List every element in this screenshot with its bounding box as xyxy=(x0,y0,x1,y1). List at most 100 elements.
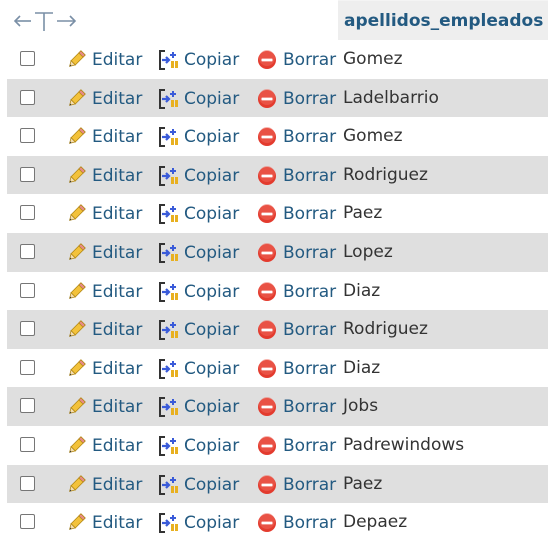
delete-label[interactable]: Borrar xyxy=(283,513,336,533)
edit-button[interactable]: Editar xyxy=(65,474,142,496)
copy-button[interactable]: Copiar xyxy=(157,165,239,187)
copy-label[interactable]: Copiar xyxy=(184,166,239,186)
copy-button[interactable]: Copiar xyxy=(157,474,239,496)
row-select-checkbox[interactable] xyxy=(20,243,35,259)
row-select-checkbox[interactable] xyxy=(20,166,35,182)
edit-button[interactable]: Editar xyxy=(65,165,142,187)
copy-button[interactable]: Copiar xyxy=(157,512,239,534)
delete-button[interactable]: Borrar xyxy=(256,512,336,534)
delete-label[interactable]: Borrar xyxy=(283,204,336,224)
edit-button[interactable]: Editar xyxy=(65,512,142,534)
row-select-checkbox[interactable] xyxy=(20,128,35,144)
delete-label[interactable]: Borrar xyxy=(283,166,336,186)
delete-label[interactable]: Borrar xyxy=(283,127,336,147)
edit-label[interactable]: Editar xyxy=(92,359,142,379)
edit-button[interactable]: Editar xyxy=(65,396,142,418)
copy-button[interactable]: Copiar xyxy=(157,281,239,303)
edit-button[interactable]: Editar xyxy=(65,49,142,71)
row-select-checkbox[interactable] xyxy=(20,321,35,337)
copy-button[interactable]: Copiar xyxy=(157,435,239,457)
row-select-checkbox[interactable] xyxy=(20,282,35,298)
edit-label[interactable]: Editar xyxy=(92,513,142,533)
edit-label[interactable]: Editar xyxy=(92,475,142,495)
copy-button[interactable]: Copiar xyxy=(157,203,239,225)
edit-button[interactable]: Editar xyxy=(65,358,142,380)
delete-label[interactable]: Borrar xyxy=(283,359,336,379)
row-select-checkbox[interactable] xyxy=(20,359,35,375)
edit-button[interactable]: Editar xyxy=(65,435,142,457)
edit-label[interactable]: Editar xyxy=(92,282,142,302)
delete-button[interactable]: Borrar xyxy=(256,242,336,264)
copy-label[interactable]: Copiar xyxy=(184,397,239,417)
copy-button[interactable]: Copiar xyxy=(157,319,239,341)
apellido-cell: Rodriguez xyxy=(343,319,428,340)
delete-button[interactable]: Borrar xyxy=(256,126,336,148)
delete-button[interactable]: Borrar xyxy=(256,358,336,380)
copy-button[interactable]: Copiar xyxy=(157,242,239,264)
copy-label[interactable]: Copiar xyxy=(184,359,239,379)
copy-button[interactable]: Copiar xyxy=(157,49,239,71)
column-header-label[interactable]: apellidos_empleados xyxy=(344,11,543,31)
delete-label[interactable]: Borrar xyxy=(283,320,336,340)
delete-label[interactable]: Borrar xyxy=(283,243,336,263)
delete-label[interactable]: Borrar xyxy=(283,89,336,109)
delete-button[interactable]: Borrar xyxy=(256,281,336,303)
delete-label[interactable]: Borrar xyxy=(283,50,336,70)
pencil-icon xyxy=(69,320,86,338)
delete-button[interactable]: Borrar xyxy=(256,165,336,187)
copy-label[interactable]: Copiar xyxy=(184,436,239,456)
edit-label[interactable]: Editar xyxy=(92,243,142,263)
delete-label[interactable]: Borrar xyxy=(283,397,336,417)
copy-label[interactable]: Copiar xyxy=(184,204,239,224)
delete-label[interactable]: Borrar xyxy=(283,475,336,495)
edit-label[interactable]: Editar xyxy=(92,89,142,109)
delete-button[interactable]: Borrar xyxy=(256,396,336,418)
copy-button[interactable]: Copiar xyxy=(157,396,239,418)
copy-button[interactable]: Copiar xyxy=(157,358,239,380)
edit-label[interactable]: Editar xyxy=(92,50,142,70)
row-select-checkbox[interactable] xyxy=(20,51,35,66)
copy-label[interactable]: Copiar xyxy=(184,50,239,70)
edit-button[interactable]: Editar xyxy=(65,126,142,148)
copy-label[interactable]: Copiar xyxy=(184,243,239,263)
copy-button[interactable]: Copiar xyxy=(157,88,239,110)
copy-label[interactable]: Copiar xyxy=(184,475,239,495)
edit-label[interactable]: Editar xyxy=(92,127,142,147)
copy-label[interactable]: Copiar xyxy=(184,320,239,340)
edit-button[interactable]: Editar xyxy=(65,88,142,110)
edit-label[interactable]: Editar xyxy=(92,204,142,224)
apellido-cell: Padrewindows xyxy=(343,434,465,455)
delete-button[interactable]: Borrar xyxy=(256,49,336,71)
delete-button[interactable]: Borrar xyxy=(256,474,336,496)
edit-label[interactable]: Editar xyxy=(92,166,142,186)
edit-label[interactable]: Editar xyxy=(92,397,142,417)
edit-button[interactable]: Editar xyxy=(65,319,142,341)
edit-button[interactable]: Editar xyxy=(65,242,142,264)
copy-label[interactable]: Copiar xyxy=(184,513,239,533)
copy-label[interactable]: Copiar xyxy=(184,127,239,147)
left-right-arrows-icon[interactable] xyxy=(13,10,79,32)
row-select-checkbox[interactable] xyxy=(20,436,35,452)
apellido-cell: Diaz xyxy=(343,280,381,301)
edit-button[interactable]: Editar xyxy=(65,281,142,303)
edit-label[interactable]: Editar xyxy=(92,320,142,340)
row-select-checkbox[interactable] xyxy=(20,89,35,105)
delete-button[interactable]: Borrar xyxy=(256,435,336,457)
delete-button[interactable]: Borrar xyxy=(256,88,336,110)
copy-insert-icon xyxy=(159,435,178,456)
column-header-apellidos[interactable]: apellidos_empleados xyxy=(338,0,548,40)
delete-button[interactable]: Borrar xyxy=(256,319,336,341)
row-select-checkbox[interactable] xyxy=(20,475,35,491)
row-select-checkbox[interactable] xyxy=(20,205,35,221)
copy-button[interactable]: Copiar xyxy=(157,126,239,148)
copy-label[interactable]: Copiar xyxy=(184,89,239,109)
delete-circle-icon xyxy=(258,281,276,301)
edit-label[interactable]: Editar xyxy=(92,436,142,456)
row-select-checkbox[interactable] xyxy=(20,398,35,414)
delete-label[interactable]: Borrar xyxy=(283,282,336,302)
row-select-checkbox[interactable] xyxy=(20,514,35,530)
edit-button[interactable]: Editar xyxy=(65,203,142,225)
copy-label[interactable]: Copiar xyxy=(184,282,239,302)
delete-label[interactable]: Borrar xyxy=(283,436,336,456)
delete-button[interactable]: Borrar xyxy=(256,203,336,225)
